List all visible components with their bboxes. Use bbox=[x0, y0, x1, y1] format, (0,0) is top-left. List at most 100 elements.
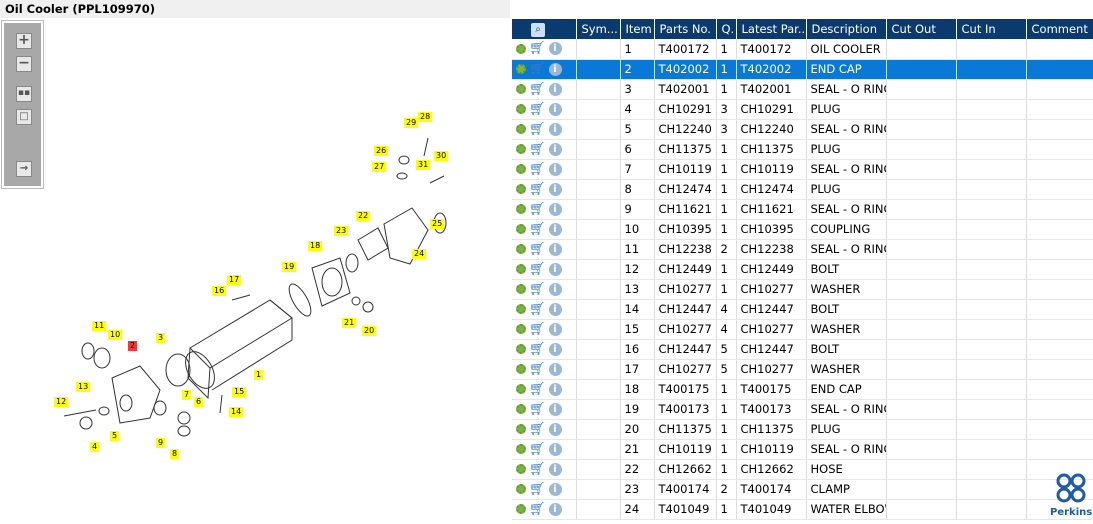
table-row[interactable]: 🛒︎ i 9 CH11621 1 CH11621 SEAL - O RING bbox=[512, 199, 1093, 220]
callout-30[interactable]: 30 bbox=[434, 151, 449, 161]
gear-icon[interactable] bbox=[516, 204, 526, 214]
callout-13[interactable]: 13 bbox=[76, 382, 91, 392]
callout-4[interactable]: 4 bbox=[90, 442, 100, 452]
cart-icon[interactable]: 🛒︎ bbox=[529, 41, 546, 56]
gear-icon[interactable] bbox=[516, 424, 526, 434]
column-header[interactable]: Cut Out bbox=[886, 19, 957, 39]
info-icon[interactable]: i bbox=[548, 302, 562, 316]
callout-29[interactable]: 29 bbox=[404, 118, 419, 128]
gear-icon[interactable] bbox=[516, 64, 526, 74]
cart-icon[interactable]: 🛒︎ bbox=[529, 202, 546, 217]
cart-icon[interactable]: 🛒︎ bbox=[529, 502, 546, 517]
gear-icon[interactable] bbox=[516, 464, 526, 474]
cart-icon[interactable]: 🛒︎ bbox=[529, 362, 546, 377]
callout-31[interactable]: 31 bbox=[416, 160, 431, 170]
info-icon[interactable]: i bbox=[548, 442, 562, 456]
callout-5[interactable]: 5 bbox=[110, 431, 120, 441]
gear-icon[interactable] bbox=[516, 84, 526, 94]
info-icon[interactable]: i bbox=[548, 362, 562, 376]
callout-15[interactable]: 15 bbox=[232, 387, 247, 397]
callout-12[interactable]: 12 bbox=[54, 397, 69, 407]
table-row[interactable]: 🛒︎ i 18 T400175 1 T400175 END CAP bbox=[512, 379, 1093, 400]
callout-21[interactable]: 21 bbox=[342, 318, 357, 328]
expand-panel-icon[interactable]: → bbox=[16, 161, 32, 177]
table-row[interactable]: 🛒︎ i 10 CH10395 1 CH10395 COUPLING bbox=[512, 219, 1093, 240]
gear-icon[interactable] bbox=[516, 144, 526, 154]
fit-all-icon[interactable]: ▪▪ bbox=[16, 86, 32, 102]
callout-27[interactable]: 27 bbox=[372, 162, 387, 172]
callout-23[interactable]: 23 bbox=[334, 226, 349, 236]
info-icon[interactable]: i bbox=[548, 62, 562, 76]
table-row[interactable]: 🛒︎ i 7 CH10119 1 CH10119 SEAL - O RING bbox=[512, 159, 1093, 180]
callout-1[interactable]: 1 bbox=[254, 370, 264, 380]
gear-icon[interactable] bbox=[516, 164, 526, 174]
table-row[interactable]: 🛒︎ i 21 CH10119 1 CH10119 SEAL - O RING bbox=[512, 439, 1093, 460]
gear-icon[interactable] bbox=[516, 504, 526, 514]
exploded-diagram[interactable]: 29 28 26 27 31 30 25 22 23 24 18 19 17 16 21 20 11 10 3 2 1 1… bbox=[0, 18, 510, 521]
cart-icon[interactable]: 🛒︎ bbox=[529, 122, 546, 137]
info-icon[interactable]: i bbox=[548, 262, 562, 276]
gear-icon[interactable] bbox=[516, 484, 526, 494]
gear-icon[interactable] bbox=[516, 264, 526, 274]
callout-8[interactable]: 8 bbox=[170, 449, 180, 459]
callout-6[interactable]: 6 bbox=[194, 397, 204, 407]
gear-icon[interactable] bbox=[516, 104, 526, 114]
callout-11[interactable]: 11 bbox=[92, 321, 107, 331]
cart-icon[interactable]: 🛒︎ bbox=[529, 382, 546, 397]
table-row[interactable]: 🛒︎ i 6 CH11375 1 CH11375 PLUG bbox=[512, 139, 1093, 160]
callout-2[interactable]: 2 bbox=[128, 341, 138, 351]
info-icon[interactable]: i bbox=[548, 42, 562, 56]
column-header-filter[interactable]: ⌕ bbox=[512, 19, 577, 39]
info-icon[interactable]: i bbox=[548, 162, 562, 176]
column-header[interactable]: Description bbox=[806, 19, 887, 39]
cart-icon[interactable]: 🛒︎ bbox=[529, 302, 546, 317]
gear-icon[interactable] bbox=[516, 43, 526, 54]
fit-window-icon[interactable]: □ bbox=[16, 109, 32, 125]
callout-17[interactable]: 17 bbox=[227, 275, 242, 285]
table-row[interactable]: 🛒︎ i 11 CH12238 2 CH12238 SEAL - O RING bbox=[512, 239, 1093, 260]
cart-icon[interactable]: 🛒︎ bbox=[529, 442, 546, 457]
cart-icon[interactable]: 🛒︎ bbox=[529, 82, 546, 97]
table-row[interactable]: 🛒︎ i 20 CH11375 1 CH11375 PLUG bbox=[512, 419, 1093, 440]
column-header[interactable]: Parts No. bbox=[654, 19, 717, 39]
zoom-in-icon[interactable]: + bbox=[16, 33, 32, 49]
callout-22[interactable]: 22 bbox=[356, 211, 371, 221]
info-icon[interactable]: i bbox=[548, 242, 562, 256]
column-header[interactable]: Latest Par... bbox=[736, 19, 807, 39]
gear-icon[interactable] bbox=[516, 404, 526, 414]
info-icon[interactable]: i bbox=[548, 502, 562, 516]
table-row[interactable]: 🛒︎ i 23 T400174 2 T400174 CLAMP bbox=[512, 479, 1093, 500]
cart-icon[interactable]: 🛒︎ bbox=[529, 142, 546, 157]
table-row[interactable]: 🛒︎i24T4010491T401049WATER ELBOW bbox=[512, 499, 1093, 520]
cart-icon[interactable]: 🛒︎ bbox=[529, 102, 546, 117]
gear-icon[interactable] bbox=[516, 224, 526, 234]
callout-25[interactable]: 25 bbox=[430, 219, 445, 229]
table-row[interactable]: 🛒︎ i 19 T400173 1 T400173 SEAL - O RING bbox=[512, 399, 1093, 420]
callout-19[interactable]: 19 bbox=[282, 262, 297, 272]
info-icon[interactable]: i bbox=[548, 182, 562, 196]
table-row[interactable]: 🛒︎ i 16 CH12447 5 CH12447 BOLT bbox=[512, 339, 1093, 360]
table-row[interactable]: 🛒︎ i 15 CH10277 4 CH10277 WASHER bbox=[512, 319, 1093, 340]
gear-icon[interactable] bbox=[516, 324, 526, 334]
gear-icon[interactable] bbox=[516, 304, 526, 314]
cart-icon[interactable]: 🛒︎ bbox=[529, 222, 546, 237]
cart-icon[interactable]: 🛒︎ bbox=[529, 322, 546, 337]
cart-icon[interactable]: 🛒︎ bbox=[529, 282, 546, 297]
callout-26[interactable]: 26 bbox=[374, 146, 389, 156]
zoom-out-icon[interactable]: − bbox=[16, 56, 32, 72]
callout-28[interactable]: 28 bbox=[418, 112, 433, 122]
gear-icon[interactable] bbox=[516, 344, 526, 354]
cart-icon[interactable]: 🛒︎ bbox=[529, 182, 546, 197]
callout-14[interactable]: 14 bbox=[229, 407, 244, 417]
table-row[interactable]: 🛒︎ i 22 CH12662 1 CH12662 HOSE bbox=[512, 459, 1093, 480]
column-header[interactable]: Sym... bbox=[576, 19, 621, 39]
cart-icon[interactable]: 🛒︎ bbox=[529, 342, 546, 357]
cart-icon[interactable]: 🛒︎ bbox=[529, 242, 546, 257]
cart-icon[interactable]: 🛒︎ bbox=[529, 402, 546, 417]
cart-icon[interactable]: 🛒︎ bbox=[529, 162, 546, 177]
gear-icon[interactable] bbox=[516, 444, 526, 454]
info-icon[interactable]: i bbox=[548, 122, 562, 136]
cart-icon[interactable]: 🛒︎ bbox=[529, 482, 546, 497]
info-icon[interactable]: i bbox=[548, 82, 562, 96]
callout-7[interactable]: 7 bbox=[182, 390, 192, 400]
